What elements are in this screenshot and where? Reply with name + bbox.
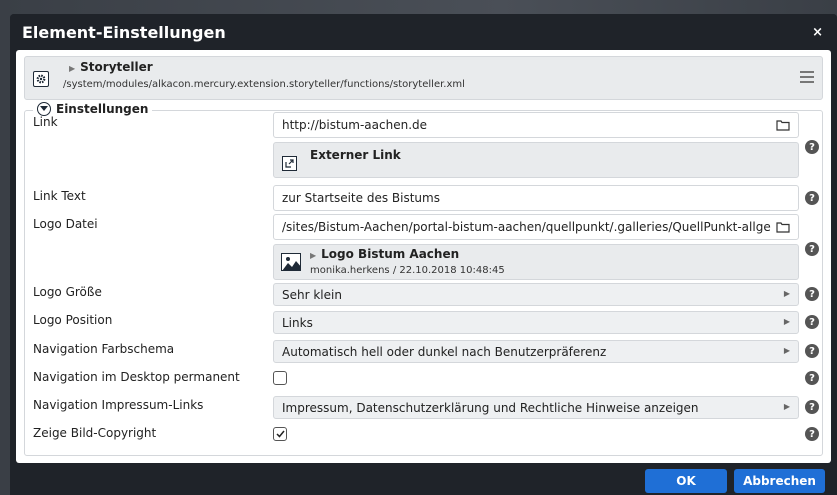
external-link-icon [282,156,297,171]
help-icon[interactable]: ? [805,191,819,205]
folder-icon[interactable] [776,221,790,233]
element-title[interactable]: ▶ Storyteller [69,60,153,74]
help-icon[interactable]: ? [805,371,819,385]
logo-file-input[interactable]: /sites/Bistum-Aachen/portal-bistum-aache… [273,214,799,240]
link-preview[interactable]: Externer Link [273,142,799,178]
link-text-label: Link Text [33,189,86,203]
gear-icon[interactable] [33,71,49,87]
logo-size-label: Logo Größe [33,285,102,299]
logo-preview-title: ▶ Logo Bistum Aachen [310,247,460,261]
nav-color-select[interactable]: Automatisch hell oder dunkel nach Benutz… [273,340,799,363]
logo-preview-meta: monika.herkens / 22.10.2018 10:48:45 [310,265,505,276]
help-icon[interactable]: ? [805,344,819,358]
element-path: /system/modules/alkacon.mercury.extensio… [63,79,465,90]
help-icon[interactable]: ? [805,287,819,301]
folder-icon[interactable] [776,119,790,131]
logo-file-label: Logo Datei [33,217,98,231]
help-icon[interactable]: ? [805,140,819,154]
link-label: Link [33,115,58,129]
link-preview-title: Externer Link [310,148,401,162]
help-icon[interactable]: ? [805,315,819,329]
element-header: ▶ Storyteller /system/modules/alkacon.mer… [24,56,823,100]
caret-right-icon: ▶ [783,289,790,298]
dialog-content: ▶ Storyteller /system/modules/alkacon.mer… [16,50,831,463]
link-text-input[interactable]: zur Startseite des Bistums [273,185,799,211]
nav-desktop-label: Navigation im Desktop permanent [33,370,240,384]
settings-fieldset: Einstellungen Link http://bistum-aachen.… [24,102,823,456]
cancel-button[interactable]: Abbrechen [734,469,825,493]
expand-triangle-icon: ▶ [69,64,76,73]
menu-icon[interactable] [800,71,814,86]
nav-desktop-checkbox[interactable] [273,371,287,385]
nav-legal-select[interactable]: Impressum, Datenschutzerklärung und Rech… [273,396,799,419]
help-icon[interactable]: ? [805,400,819,414]
logo-position-select[interactable]: Links ▶ [273,311,799,334]
settings-legend[interactable]: Einstellungen [33,102,153,116]
link-input[interactable]: http://bistum-aachen.de [273,112,799,138]
nav-color-label: Navigation Farbschema [33,342,175,356]
caret-right-icon: ▶ [783,402,790,411]
logo-size-select[interactable]: Sehr klein ▶ [273,283,799,306]
checkmark-icon [275,430,285,438]
caret-right-icon: ▶ [783,317,790,326]
dialog-titlebar: Element-Einstellungen × [10,14,837,50]
copyright-checkbox[interactable] [273,427,287,441]
collapse-toggle-icon[interactable] [37,102,51,116]
help-icon[interactable]: ? [805,427,819,441]
help-icon[interactable]: ? [805,242,819,256]
logo-position-label: Logo Position [33,313,113,327]
caret-right-icon: ▶ [783,346,790,355]
dialog-title: Element-Einstellungen [22,22,226,42]
ok-button[interactable]: OK [645,469,727,493]
nav-legal-label: Navigation Impressum-Links [33,398,204,412]
copyright-label: Zeige Bild-Copyright [33,426,157,440]
image-icon [281,253,301,271]
dialog-footer: OK Abbrechen [10,463,837,495]
close-icon[interactable]: × [812,25,825,40]
logo-preview[interactable]: ▶ Logo Bistum Aachen monika.herkens / 22.… [273,244,799,280]
element-settings-dialog: Element-Einstellungen × ▶ Storyteller /sy… [10,14,837,495]
expand-triangle-icon: ▶ [310,251,317,260]
